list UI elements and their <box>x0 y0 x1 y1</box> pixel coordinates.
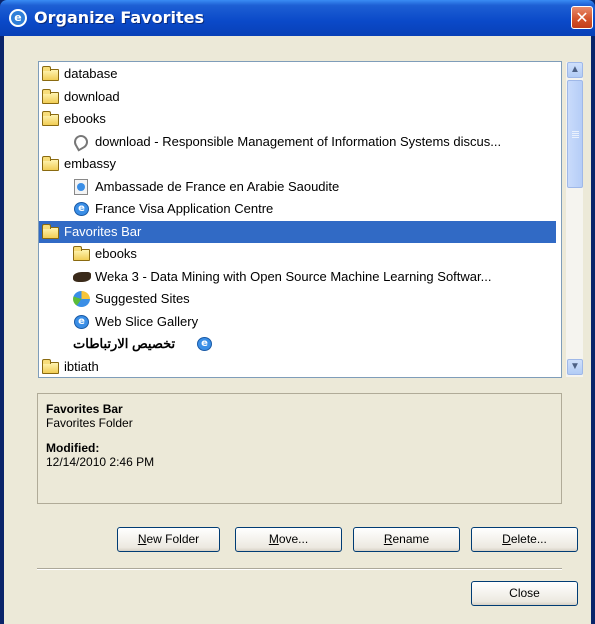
tree-item[interactable]: Ambassade de France en Arabie Saoudite <box>39 176 561 198</box>
tree-item[interactable]: embassy <box>39 153 561 175</box>
scroll-thumb[interactable] <box>567 80 583 188</box>
ie-icon: e <box>73 201 91 217</box>
tree-item-label: Suggested Sites <box>95 291 190 306</box>
tree-item[interactable]: download <box>39 86 561 108</box>
tree-item[interactable]: ebooks <box>39 243 561 265</box>
favorites-tree[interactable]: database download ebooks download - Respons… <box>38 61 583 378</box>
tree-item-label: ibtiath <box>64 358 99 374</box>
tree-item[interactable]: Suggested Sites <box>39 288 561 310</box>
delete-button[interactable]: Delete... <box>471 527 578 552</box>
scroll-down-button[interactable]: ▼ <box>567 359 583 375</box>
tree-item-label: Weka 3 - Data Mining with Open Source Ma… <box>95 268 492 284</box>
tree-item[interactable]: e Web Slice Gallery <box>39 311 561 333</box>
details-modified-value: 12/14/2010 2:46 PM <box>46 455 155 469</box>
details-modified-label: Modified: <box>46 441 100 455</box>
tree-item[interactable]: ebooks <box>39 108 561 130</box>
tree-item-label: تخصيص الارتباطات <box>73 336 176 351</box>
window-title: Organize Favorites <box>34 8 204 27</box>
folder-icon <box>42 111 60 127</box>
ie-icon: e <box>9 9 27 27</box>
folder-icon <box>42 66 60 82</box>
move-button[interactable]: Move... <box>235 527 342 552</box>
tree-item-label: Favorites Bar <box>64 223 142 239</box>
separator <box>37 568 562 570</box>
tree-item[interactable]: ibtiath <box>39 356 561 378</box>
close-button[interactable]: Close <box>471 581 578 606</box>
rename-button[interactable]: Rename <box>353 527 460 552</box>
tree-item[interactable]: e France Visa Application Centre <box>39 198 561 220</box>
tree-item-label: ebooks <box>95 246 137 261</box>
tree-item-label: database <box>64 66 118 81</box>
tree-item-label: download - Responsible Management of Inf… <box>95 133 502 149</box>
tree-item[interactable]: Favorites Bar <box>39 220 556 243</box>
tree-item-label: ebooks <box>64 111 106 126</box>
tree-item-label: embassy <box>64 156 117 171</box>
tree-item[interactable]: تخصيص الارتباطات e <box>39 333 561 355</box>
tree-item-label: France Visa Application Centre <box>95 201 274 216</box>
page-icon <box>73 178 91 195</box>
details-name: Favorites Bar <box>46 402 123 416</box>
new-folder-button[interactable]: New Folder <box>117 527 220 552</box>
title-bar[interactable]: e Organize Favorites ✕ <box>0 0 595 36</box>
organize-favorites-window: e Organize Favorites ✕ database download e… <box>0 0 595 624</box>
folder-icon <box>42 358 60 375</box>
dialog-client-area: database download ebooks download - Respons… <box>4 36 591 624</box>
close-window-button[interactable]: ✕ <box>571 6 593 29</box>
bird-icon <box>73 269 91 285</box>
ie-icon: e <box>73 314 91 330</box>
tree-item[interactable]: download - Responsible Management of Inf… <box>39 131 561 153</box>
clip-icon <box>71 131 91 152</box>
folder-icon <box>73 246 91 262</box>
details-type: Favorites Folder <box>46 416 133 430</box>
folder-icon <box>42 156 60 172</box>
tree-item-label: Web Slice Gallery <box>95 313 199 329</box>
scroll-up-button[interactable]: ▲ <box>567 62 583 78</box>
tree-item[interactable]: Weka 3 - Data Mining with Open Source Ma… <box>39 266 561 288</box>
vertical-scrollbar[interactable]: ▲ ▼ <box>566 62 583 377</box>
folder-icon <box>42 223 60 240</box>
ie-icon: e <box>196 336 214 352</box>
folder-icon <box>42 88 60 105</box>
details-panel: Favorites Bar Favorites Folder Modified:… <box>37 393 562 504</box>
tree-item-label: download <box>64 88 120 104</box>
tree-item[interactable]: database <box>39 63 561 85</box>
suggested-sites-icon <box>73 291 91 307</box>
tree-item-label: Ambassade de France en Arabie Saoudite <box>95 178 340 194</box>
